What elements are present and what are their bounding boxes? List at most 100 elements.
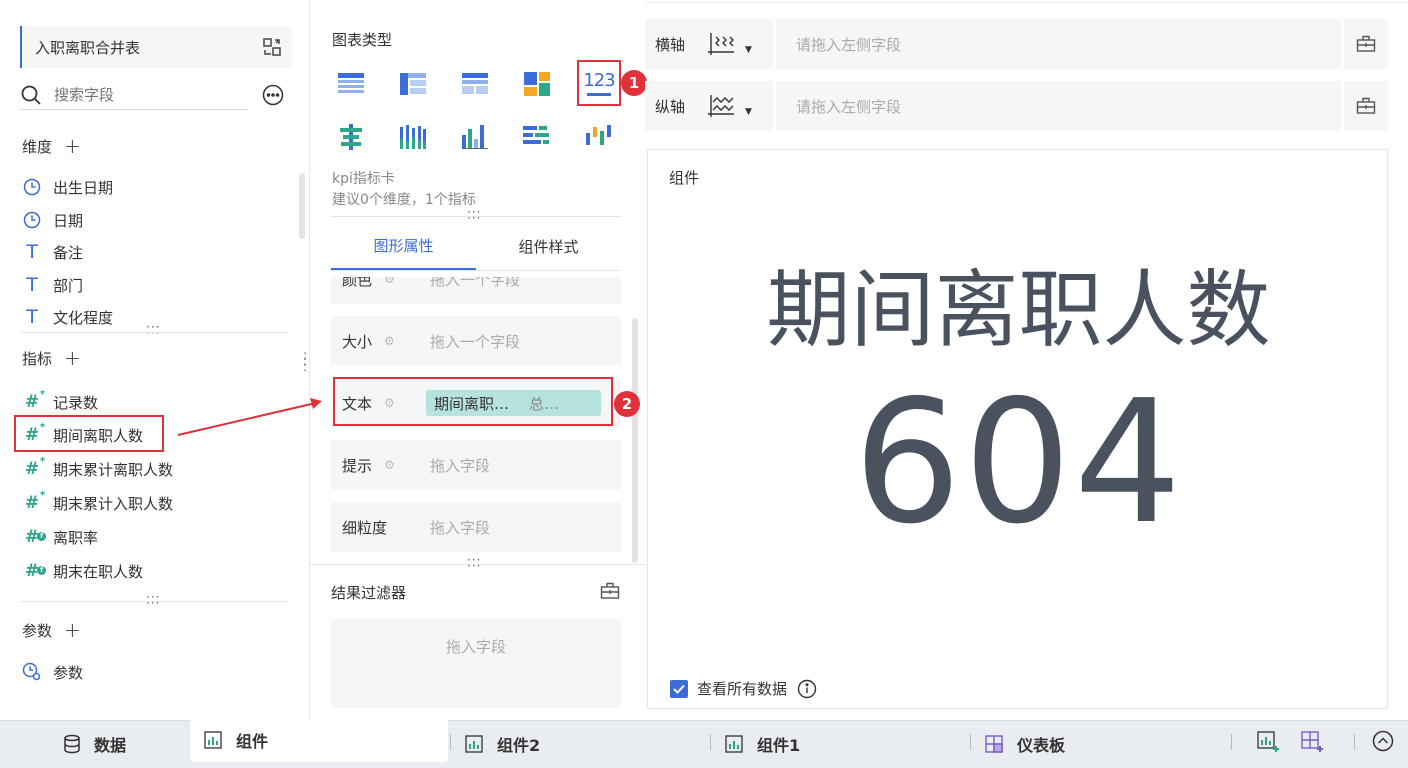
tab-component-2[interactable]: 组件2 bbox=[465, 720, 540, 768]
scroll-fade bbox=[331, 271, 621, 277]
tab-dashboard[interactable]: 仪表板 bbox=[985, 720, 1065, 768]
filter-drop-zone[interactable]: 拖入字段 bbox=[331, 619, 621, 708]
prop-placeholder: 拖入一个字段 bbox=[430, 332, 521, 351]
prop-tooltip-row[interactable]: 提示 ⚙ 拖入字段 bbox=[331, 440, 621, 490]
field-item[interactable]: T 部门 bbox=[22, 272, 83, 298]
database-icon bbox=[63, 734, 81, 754]
field-panel: 入职离职合并表 维度 + 出生日期 日期 T 备注 T 部门 T 文化程度 ··… bbox=[0, 0, 310, 720]
tab-separator bbox=[450, 734, 451, 750]
search-input[interactable] bbox=[54, 85, 234, 104]
component-canvas[interactable]: 组件 期间离职人数 604 查看所有数据 bbox=[647, 149, 1388, 709]
add-dimension-icon[interactable]: + bbox=[64, 134, 81, 158]
tab-component-style[interactable]: 组件样式 bbox=[476, 222, 621, 270]
field-item[interactable]: # * 记录数 bbox=[22, 389, 98, 415]
gear-icon[interactable]: ⚙ bbox=[384, 458, 398, 472]
chevron-down-icon[interactable]: ▼ bbox=[745, 107, 752, 117]
tab-graph-properties[interactable]: 图形属性 bbox=[331, 222, 476, 270]
filter-settings-icon[interactable] bbox=[600, 582, 620, 600]
checkbox-checked-icon[interactable] bbox=[670, 679, 688, 698]
dataset-name: 入职离职合并表 bbox=[35, 38, 141, 57]
x-axis-label: 横轴 bbox=[655, 35, 686, 54]
tab-separator bbox=[1231, 734, 1232, 750]
prop-size-row[interactable]: 大小 ⚙ 拖入一个字段 bbox=[331, 316, 621, 366]
annotation-badge-2: 2 bbox=[614, 391, 640, 417]
x-axis-settings[interactable] bbox=[1344, 19, 1388, 69]
add-param-icon[interactable]: + bbox=[64, 618, 81, 642]
gear-icon[interactable]: ⚙ bbox=[384, 334, 398, 348]
field-item[interactable]: 参数 bbox=[22, 659, 83, 685]
more-options-icon[interactable] bbox=[262, 84, 284, 106]
chart-type-kpi-selected[interactable]: 123 bbox=[577, 60, 621, 106]
divider bbox=[20, 332, 288, 333]
resize-handle[interactable]: ··· ··· bbox=[467, 206, 481, 224]
measures-title: 指标 bbox=[22, 349, 53, 368]
filter-placeholder: 拖入字段 bbox=[445, 638, 506, 656]
add-component-icon[interactable] bbox=[1257, 731, 1281, 753]
y-axis-settings[interactable] bbox=[1344, 81, 1388, 131]
kpi-icon: 123 bbox=[583, 70, 615, 91]
data-tab[interactable]: 数据 bbox=[63, 720, 126, 768]
field-item[interactable]: # * 期末累计离职人数 bbox=[22, 456, 173, 482]
info-icon[interactable] bbox=[797, 679, 817, 699]
axis-settings-icon bbox=[1356, 35, 1376, 53]
x-axis-drop-zone[interactable]: 请拖入左侧字段 bbox=[776, 19, 1341, 69]
chart-type-column[interactable] bbox=[458, 120, 492, 154]
resize-handle[interactable]: ··· ··· bbox=[146, 591, 160, 609]
field-item[interactable]: 日期 bbox=[22, 207, 83, 233]
params-header: 参数 + bbox=[22, 618, 81, 642]
kpi-value: 604 bbox=[853, 364, 1184, 562]
resize-handle[interactable]: ··· ··· bbox=[467, 554, 481, 572]
tab-separator bbox=[970, 734, 971, 750]
dimensions-title: 维度 bbox=[22, 137, 53, 156]
field-item[interactable]: T 文化程度 bbox=[22, 304, 113, 330]
field-item[interactable]: # * 期末累计入职人数 bbox=[22, 490, 173, 516]
y-axis-drop-zone[interactable]: 请拖入左侧字段 bbox=[776, 81, 1341, 131]
tab-component-active[interactable]: 组件 bbox=[204, 716, 268, 764]
chart-type-range-column[interactable] bbox=[582, 120, 616, 154]
measures-header: 指标 + bbox=[22, 346, 81, 370]
field-item[interactable]: # f 离职率 bbox=[22, 524, 98, 550]
tab-component-1[interactable]: 组件1 bbox=[725, 720, 800, 768]
prop-granularity-row[interactable]: 细粒度 拖入字段 bbox=[331, 502, 621, 552]
dimensions-header: 维度 + bbox=[22, 134, 81, 158]
chart-type-cross-bar[interactable] bbox=[334, 120, 368, 154]
x-axis-type-icon[interactable] bbox=[707, 30, 737, 58]
tab-label: 组件2 bbox=[497, 736, 541, 755]
chart-type-bar-horizontal[interactable] bbox=[520, 120, 554, 154]
field-item[interactable]: # * 期间离职人数 bbox=[22, 422, 143, 448]
dashboard-icon bbox=[985, 735, 1003, 753]
measure-icon: # * bbox=[24, 489, 46, 513]
tab-label: 仪表板 bbox=[1017, 736, 1066, 755]
chart-type-pivot-table[interactable] bbox=[396, 67, 430, 101]
field-item[interactable]: # f 期末在职人数 bbox=[22, 558, 143, 584]
add-measure-icon[interactable]: + bbox=[64, 346, 81, 370]
chart-type-treemap[interactable] bbox=[520, 67, 554, 101]
field-label: 日期 bbox=[53, 211, 84, 230]
chart-tab-icon bbox=[725, 735, 743, 753]
switch-dataset-icon[interactable] bbox=[262, 37, 282, 57]
chart-type-stacked-bar[interactable] bbox=[396, 120, 430, 154]
resize-handle[interactable]: ··· ··· bbox=[146, 321, 160, 339]
scrollbar[interactable] bbox=[299, 173, 305, 239]
chart-type-grouped-table[interactable] bbox=[458, 67, 492, 101]
tab-separator bbox=[1354, 734, 1355, 750]
field-label: 文化程度 bbox=[53, 308, 114, 327]
y-axis-type-icon[interactable] bbox=[707, 92, 737, 120]
top-border bbox=[645, 0, 1408, 3]
collapse-up-icon[interactable] bbox=[1372, 730, 1394, 752]
param-icon bbox=[22, 662, 42, 682]
panel-resize-handle[interactable]: ::: bbox=[303, 349, 308, 373]
add-dashboard-icon[interactable] bbox=[1301, 731, 1325, 753]
chevron-down-icon[interactable]: ▼ bbox=[745, 45, 752, 55]
chart-type-table[interactable] bbox=[334, 67, 368, 101]
field-item[interactable]: 出生日期 bbox=[22, 174, 113, 200]
scrollbar[interactable] bbox=[632, 318, 638, 563]
component-title: 组件 bbox=[669, 169, 700, 187]
annotation-arrow bbox=[177, 398, 322, 436]
dataset-selector[interactable]: 入职离职合并表 bbox=[20, 26, 292, 68]
result-filter-title: 结果过滤器 bbox=[331, 584, 407, 602]
search-box[interactable] bbox=[20, 80, 248, 110]
field-item[interactable]: T 备注 bbox=[22, 239, 83, 265]
view-all-data-toggle[interactable]: 查看所有数据 bbox=[670, 678, 817, 699]
tab-label: 组件 bbox=[236, 732, 269, 751]
